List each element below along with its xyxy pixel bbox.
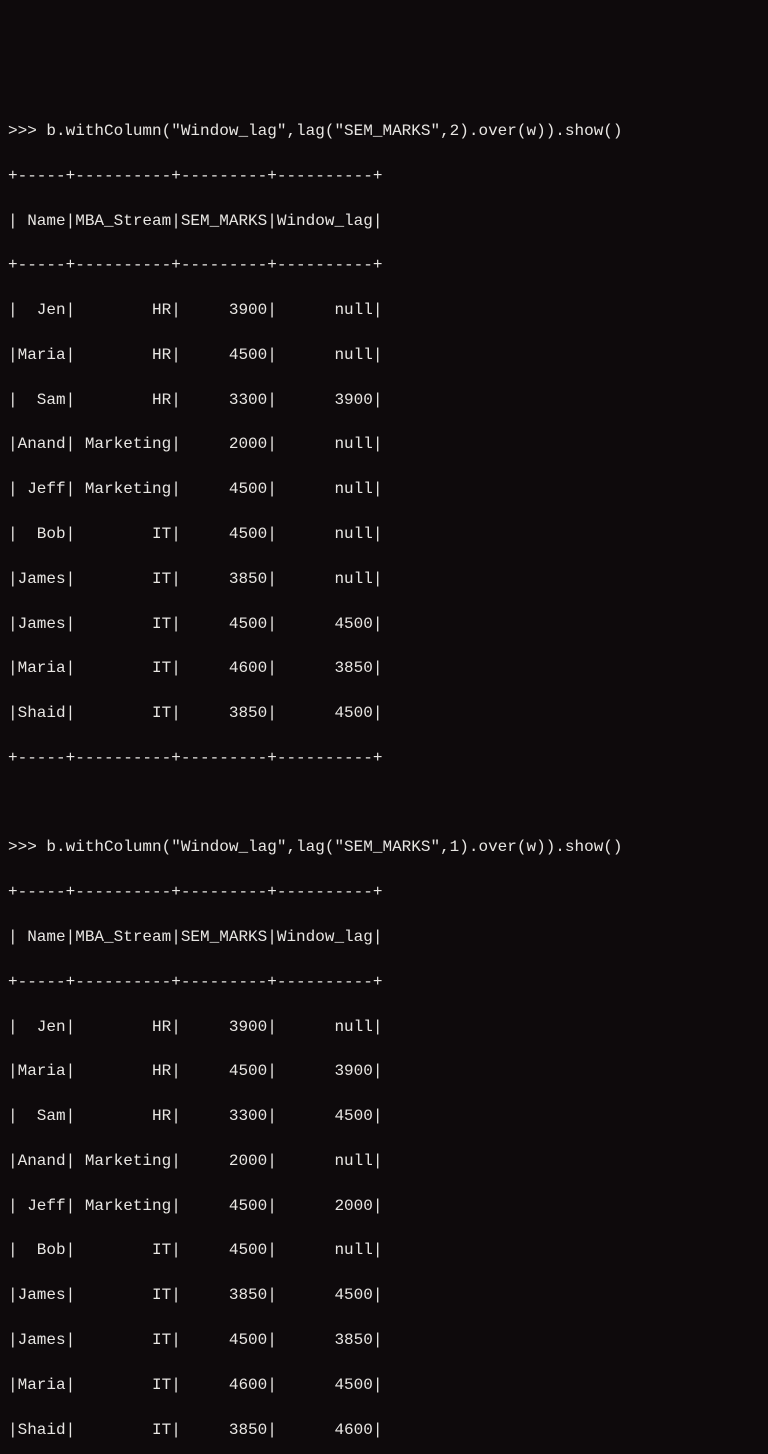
table-header: | Name|MBA_Stream|SEM_MARKS|Window_lag| bbox=[8, 926, 760, 948]
table-row: |Maria| IT| 4600| 3850| bbox=[8, 657, 760, 679]
table-row: |Maria| IT| 4600| 4500| bbox=[8, 1374, 760, 1396]
table-divider: +-----+----------+---------+----------+ bbox=[8, 881, 760, 903]
terminal-output: >>> b.withColumn("Window_lag",lag("SEM_M… bbox=[8, 98, 760, 1454]
blank-line bbox=[8, 792, 760, 814]
table-row: | Bob| IT| 4500| null| bbox=[8, 1239, 760, 1261]
table-row: |Anand| Marketing| 2000| null| bbox=[8, 1150, 760, 1172]
table-row: |James| IT| 4500| 3850| bbox=[8, 1329, 760, 1351]
table-row: | Jen| HR| 3900| null| bbox=[8, 299, 760, 321]
table-row: |Anand| Marketing| 2000| null| bbox=[8, 433, 760, 455]
table-row: |Shaid| IT| 3850| 4600| bbox=[8, 1419, 760, 1441]
table-row: | Jeff| Marketing| 4500| null| bbox=[8, 478, 760, 500]
table-row: | Jen| HR| 3900| null| bbox=[8, 1016, 760, 1038]
table-row: | Sam| HR| 3300| 4500| bbox=[8, 1105, 760, 1127]
table-row: |Maria| HR| 4500| null| bbox=[8, 344, 760, 366]
table-row: |James| IT| 4500| 4500| bbox=[8, 613, 760, 635]
table-row: |James| IT| 3850| 4500| bbox=[8, 1284, 760, 1306]
table-divider: +-----+----------+---------+----------+ bbox=[8, 747, 760, 769]
table-divider: +-----+----------+---------+----------+ bbox=[8, 254, 760, 276]
table-row: |Shaid| IT| 3850| 4500| bbox=[8, 702, 760, 724]
table-row: |Maria| HR| 4500| 3900| bbox=[8, 1060, 760, 1082]
table-row: | Bob| IT| 4500| null| bbox=[8, 523, 760, 545]
command-line[interactable]: >>> b.withColumn("Window_lag",lag("SEM_M… bbox=[8, 836, 760, 858]
table-divider: +-----+----------+---------+----------+ bbox=[8, 971, 760, 993]
table-divider: +-----+----------+---------+----------+ bbox=[8, 165, 760, 187]
table-header: | Name|MBA_Stream|SEM_MARKS|Window_lag| bbox=[8, 210, 760, 232]
table-row: | Sam| HR| 3300| 3900| bbox=[8, 389, 760, 411]
table-row: |James| IT| 3850| null| bbox=[8, 568, 760, 590]
table-row: | Jeff| Marketing| 4500| 2000| bbox=[8, 1195, 760, 1217]
command-line[interactable]: >>> b.withColumn("Window_lag",lag("SEM_M… bbox=[8, 120, 760, 142]
